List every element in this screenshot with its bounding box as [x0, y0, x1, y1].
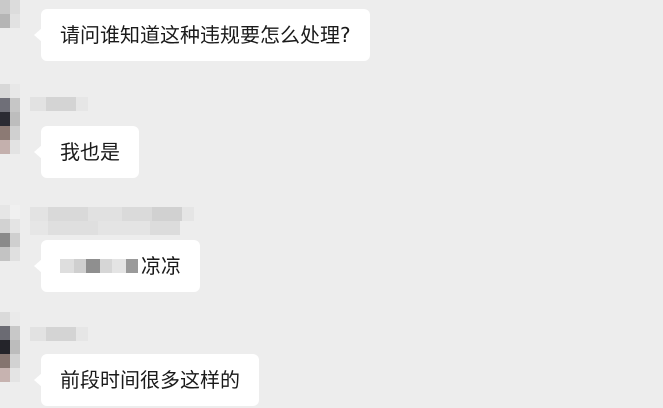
message-text: 凉凉 [141, 254, 181, 278]
sender-name-blurred [30, 327, 88, 341]
sender-name-blurred-2 [30, 221, 180, 235]
chat-window: 请问谁知道这种违规要怎么处理? 我也是 凉凉 前段时间很多这样的 [0, 0, 663, 408]
mention-mosaic [60, 258, 138, 273]
message-bubble[interactable]: 前段时间很多这样的 [34, 354, 259, 406]
message-bubble[interactable]: 请问谁知道这种违规要怎么处理? [34, 9, 370, 61]
message-bubble[interactable]: 凉凉 [34, 240, 200, 292]
sender-name-blurred [30, 207, 194, 221]
avatar[interactable] [0, 312, 20, 384]
avatar[interactable] [0, 84, 20, 154]
avatar[interactable] [0, 0, 20, 30]
message-bubble[interactable]: 我也是 [34, 126, 139, 178]
avatar[interactable] [0, 205, 20, 261]
sender-name-blurred [30, 97, 88, 111]
